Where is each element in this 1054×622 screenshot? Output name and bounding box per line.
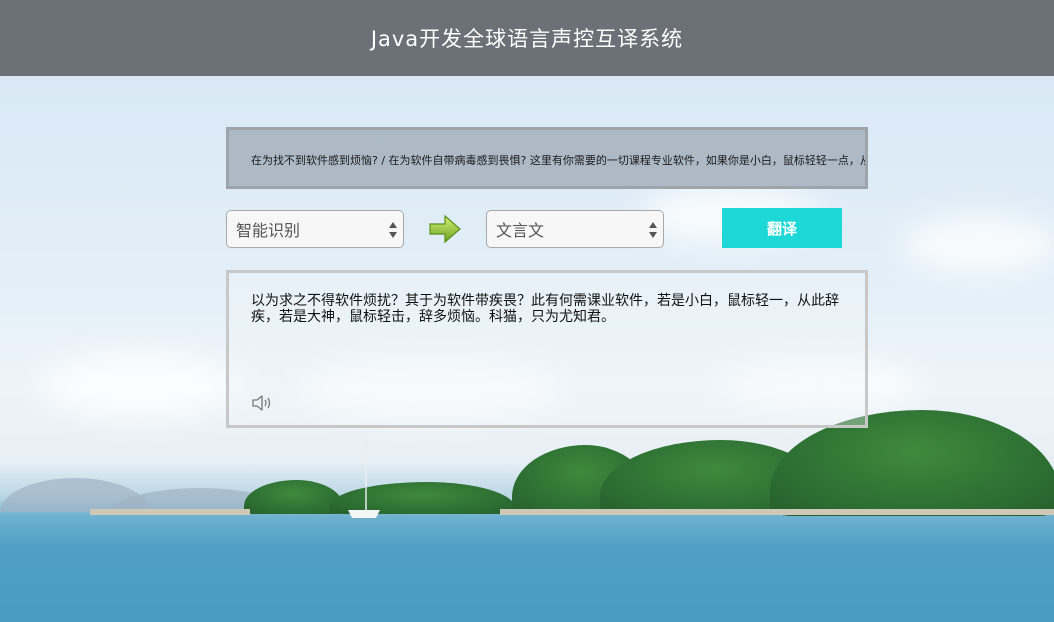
translate-button[interactable]: 翻译 (722, 208, 842, 248)
speaker-icon[interactable] (251, 393, 273, 413)
page: Java开发全球语言声控互译系统 在为找不到软件感到烦恼? / 在为软件自带病毒… (0, 0, 1054, 622)
target-language-select[interactable]: 文言文 (486, 210, 664, 248)
cloud (900, 215, 1054, 275)
sailboat-icon (348, 432, 380, 518)
marquee-text: 在为找不到软件感到烦恼? / 在为软件自带病毒感到畏惧? 这里有你需要的一切课程… (251, 154, 868, 167)
right-arrow-icon (429, 214, 461, 244)
island-small (244, 480, 344, 514)
announcement-marquee: 在为找不到软件感到烦恼? / 在为软件自带病毒感到畏惧? 这里有你需要的一切课程… (226, 127, 868, 189)
select-arrows-icon (649, 222, 657, 238)
source-language-value: 智能识别 (236, 221, 301, 240)
cloud (40, 350, 240, 420)
translation-output: 以为求之不得软件烦扰？其于为软件带疾畏？此有何需课业软件，若是小白，鼠标轻一，从… (226, 270, 868, 428)
select-arrows-icon (389, 222, 397, 238)
shoreline (500, 509, 1054, 515)
page-title: Java开发全球语言声控互译系统 (370, 27, 684, 51)
target-language-value: 文言文 (496, 221, 545, 240)
translation-text: 以为求之不得软件烦扰？其于为软件带疾畏？此有何需课业软件，若是小白，鼠标轻一，从… (251, 293, 839, 325)
header-bar: Java开发全球语言声控互译系统 (0, 0, 1054, 76)
source-language-select[interactable]: 智能识别 (226, 210, 404, 248)
shoreline (90, 509, 250, 515)
